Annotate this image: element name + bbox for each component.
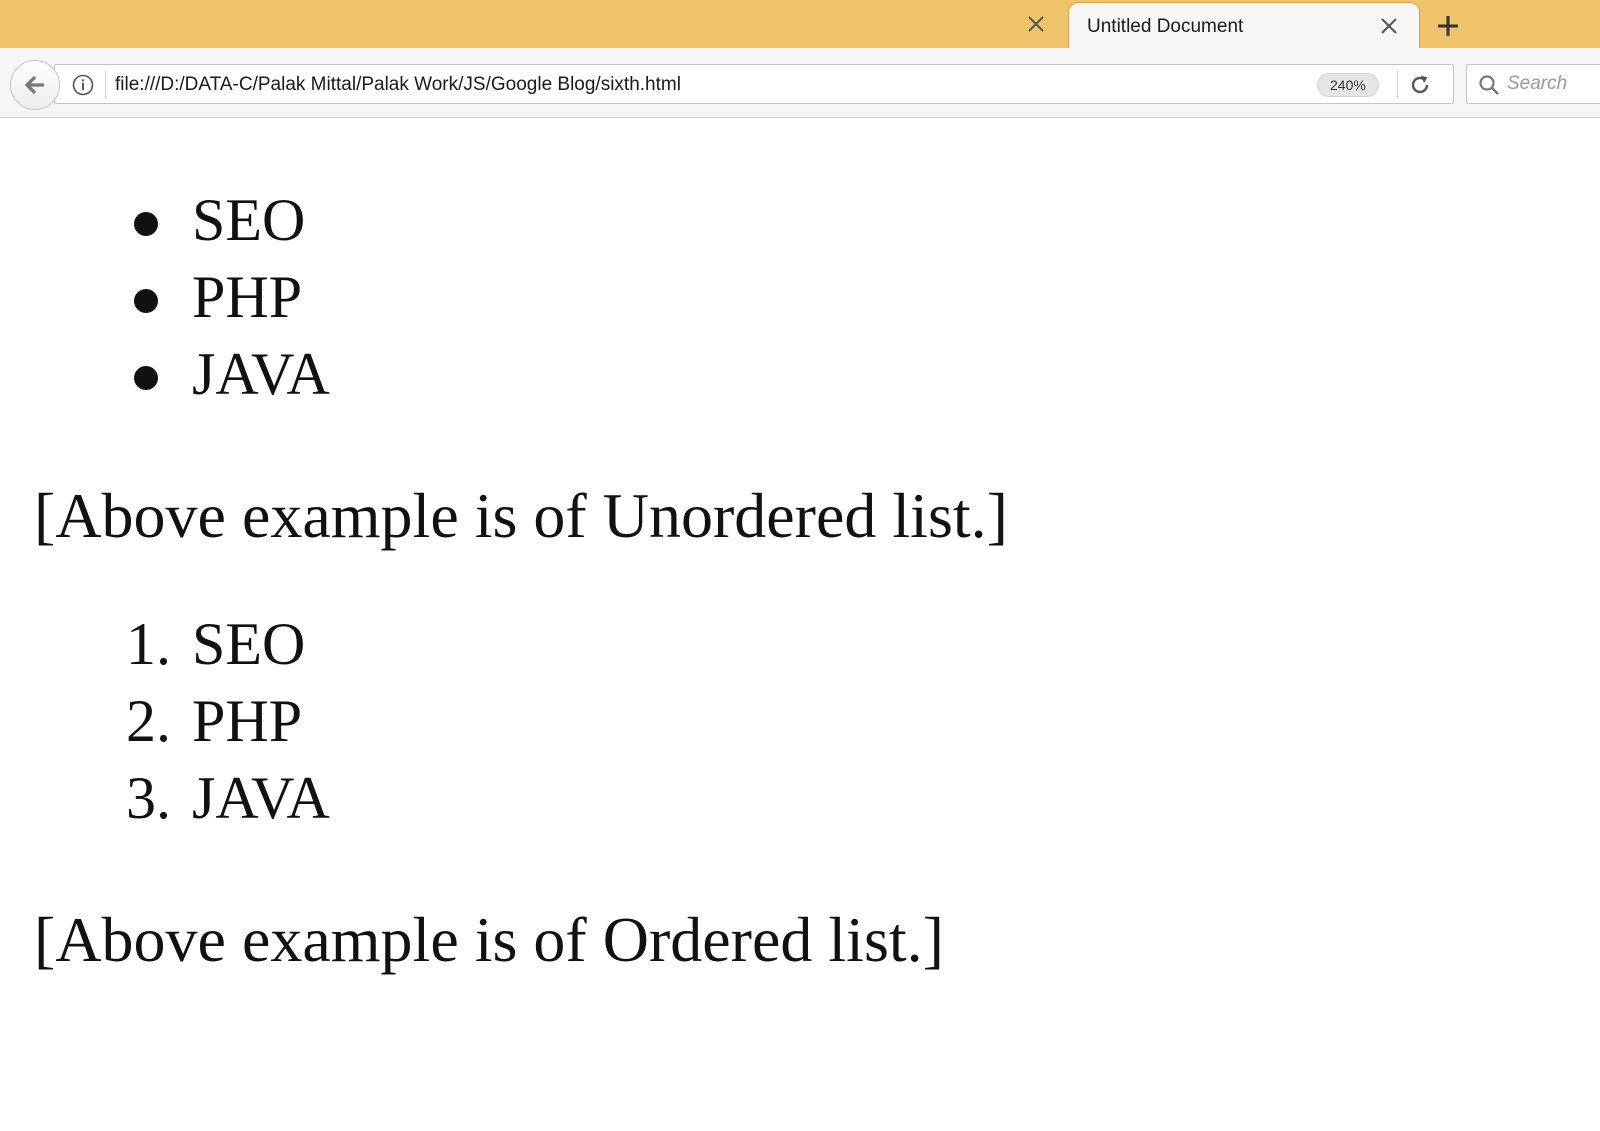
divider <box>105 71 106 99</box>
bullet-icon <box>134 289 158 313</box>
list-marker: 3. <box>126 765 171 831</box>
close-icon[interactable] <box>1024 12 1048 36</box>
list-item: SEO <box>126 182 726 259</box>
zoom-level-button[interactable]: 240% <box>1317 73 1379 97</box>
page-content: SEO PHP JAVA [Above example is of Unorde… <box>0 118 1600 1131</box>
close-icon[interactable] <box>1377 14 1401 38</box>
navigation-toolbar: file:///D:/DATA-C/Palak Mittal/Palak Wor… <box>0 48 1600 118</box>
list-item: 2. PHP <box>126 683 726 760</box>
tab-strip: Untitled Document <box>0 0 1600 48</box>
tab-title: Untitled Document <box>1087 16 1244 37</box>
list-item: PHP <box>126 259 726 336</box>
list-marker: 1. <box>126 611 171 677</box>
new-tab-button[interactable] <box>1434 12 1462 40</box>
info-icon[interactable] <box>71 73 95 97</box>
list-item: JAVA <box>126 336 726 413</box>
ordered-list: 1. SEO 2. PHP 3. JAVA <box>126 606 726 837</box>
url-text[interactable]: file:///D:/DATA-C/Palak Mittal/Palak Wor… <box>115 74 681 96</box>
search-bar[interactable] <box>1466 64 1600 104</box>
list-item: 1. SEO <box>126 606 726 683</box>
bullet-icon <box>134 212 158 236</box>
unordered-list: SEO PHP JAVA <box>126 182 726 413</box>
search-icon <box>1477 73 1501 97</box>
ordered-list-caption: [Above example is of Ordered list.] <box>34 904 944 975</box>
reload-icon <box>1411 75 1429 94</box>
list-item: 3. JAVA <box>126 760 726 837</box>
divider <box>1397 71 1398 99</box>
back-arrow-icon <box>24 75 44 95</box>
back-button[interactable] <box>10 60 60 110</box>
unordered-list-caption: [Above example is of Unordered list.] <box>34 480 1008 551</box>
bullet-icon <box>134 366 158 390</box>
tab-active[interactable]: Untitled Document <box>1068 2 1420 48</box>
reload-button[interactable] <box>1405 70 1435 100</box>
plus-icon <box>1438 16 1458 36</box>
url-bar[interactable]: file:///D:/DATA-C/Palak Mittal/Palak Wor… <box>54 64 1454 104</box>
search-input[interactable] <box>1507 69 1600 99</box>
list-marker: 2. <box>126 688 171 754</box>
